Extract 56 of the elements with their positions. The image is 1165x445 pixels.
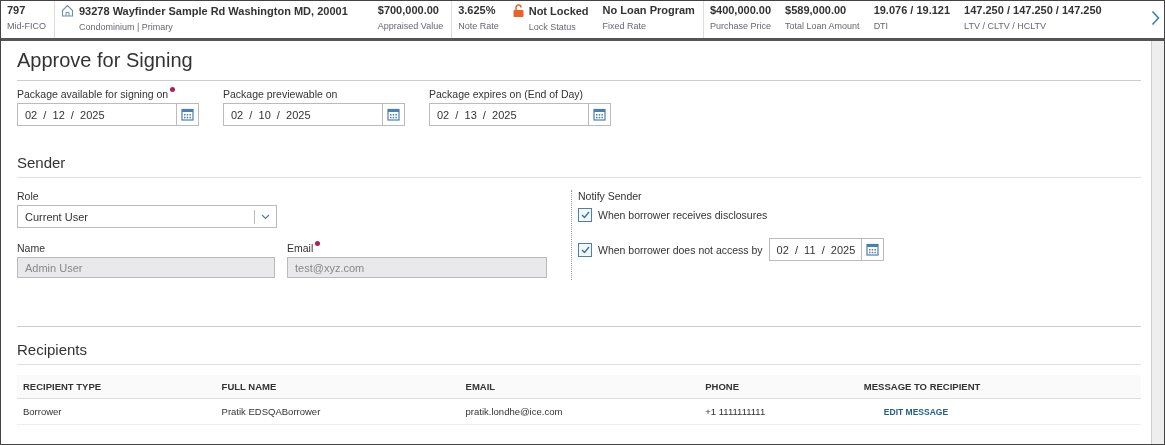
field-label: Name [17,242,45,254]
column-header: MESSAGE TO RECIPIENT [857,375,1141,399]
calendar-icon [181,108,194,121]
date-field[interactable]: 02 / 12 / 2025 [17,103,199,126]
checkbox[interactable] [578,242,592,257]
checkbox-label: When borrower receives disclosures [598,209,768,221]
chevron-down-icon [261,213,270,220]
field-label: Package previewable on [223,88,338,100]
field-label: Email [287,242,314,254]
field-label: Package expires on (End of Day) [429,88,584,100]
date-field[interactable]: 02 / 10 / 2025 [223,103,405,126]
header-label: Purchase Price [709,21,772,31]
section-heading: Recipients [17,341,1141,365]
role-dropdown[interactable]: Current User [17,205,277,228]
table-cell: pratik.londhe@ice.com [459,398,700,425]
header-value: 93278 Wayfinder Sample Rd Washington MD, 20001 [79,4,348,17]
calendar-icon [387,108,400,121]
header-value: $700,000.00 [377,4,439,16]
header-value: No Loan Program [602,4,695,16]
unlocked-padlock-icon [512,4,524,17]
field-label: Notify Sender [578,190,643,202]
column-header: PHONE [699,375,858,399]
column-header: FULL NAME [215,375,460,399]
chevron-right-icon[interactable] [1151,10,1160,26]
header-label: Note Rate [458,21,499,31]
header-value: Not Locked [528,4,589,17]
scrollbar[interactable] [1151,41,1164,444]
checkbox[interactable] [578,208,592,222]
column-header: EMAIL [459,375,700,399]
header-label: DTI [873,21,890,31]
header-label: Condominium | Primary [78,22,174,32]
header-value: 19.076 / 19.121 [873,4,951,16]
header-label: Total Loan Amount [785,21,860,31]
header-label: Fixed Rate [602,21,648,31]
header-label: Mid-FICO [7,21,46,31]
edit-message-link[interactable]: EDIT MESSAGE [863,407,949,417]
table-cell: Borrower [17,398,216,425]
header-label: Appraised Value [377,21,444,31]
field-label: Package available for signing on [17,88,169,100]
header-value: 3.625% [458,4,496,16]
header-value: $400,000.00 [709,4,772,16]
header-label: Lock Status [527,22,577,32]
header-label: LTV / CLTV / HCLTV [964,21,1048,31]
header-value: 147.250 / 147.250 / 147.250 [964,4,1102,16]
section-heading: Sender [17,154,1141,178]
header-value: 797 [7,4,26,16]
house-icon [61,4,74,17]
date-field[interactable]: 02 / 13 / 2025 [429,103,611,126]
column-header: RECIPIENT TYPE [17,375,216,399]
table-cell: +1 1111111111 [699,398,858,425]
checkbox-label: When borrower does not access by [598,243,763,256]
field-label: Role [17,190,39,202]
header-value: $589,000.00 [785,4,847,16]
calendar-icon [593,108,606,121]
page-title: Approve for Signing [17,49,1141,81]
table-cell: Pratik EDSQABorrower [215,398,460,425]
